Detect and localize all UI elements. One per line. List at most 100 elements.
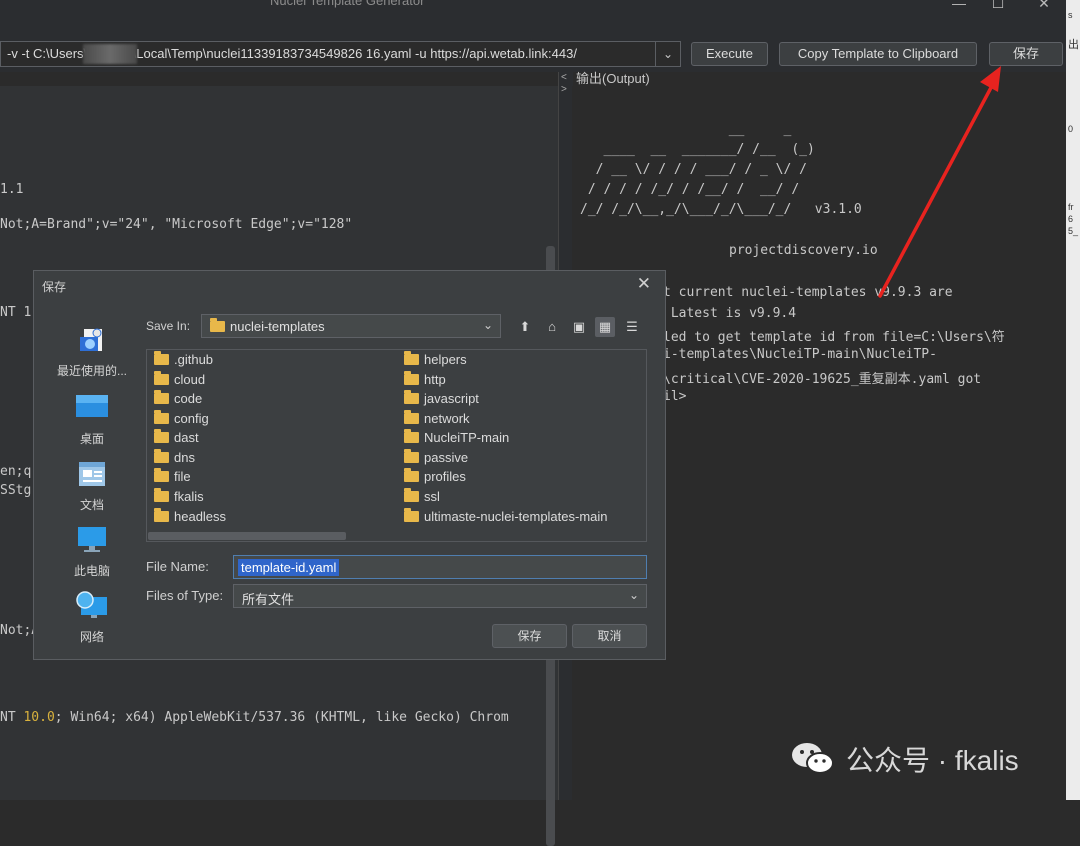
folder-name: code [174,391,203,406]
list-view-icon[interactable]: ▦ [595,317,615,337]
execute-button[interactable]: Execute [691,42,768,66]
file-list-scrollbar[interactable] [148,532,346,540]
folder-item[interactable]: file [154,467,191,486]
folder-item[interactable]: dns [154,448,195,467]
command-combobox[interactable]: -v -t C:\Users\ ppData\Local\Temp\nuclei… [0,41,681,67]
save-button[interactable]: 保存 [989,42,1063,66]
chevron-down-icon[interactable]: ⌄ [655,42,680,66]
maximize-button[interactable]: ☐ [988,0,1008,12]
folder-item[interactable]: network [404,409,470,428]
copy-template-button[interactable]: Copy Template to Clipboard [779,42,977,66]
watermark-text: 公众号 · fkalis [846,745,1019,776]
folder-icon [404,429,419,443]
chevron-right-icon[interactable]: > [561,84,567,95]
place-this-pc[interactable]: 此电脑 [52,525,132,579]
folder-name: ssl [424,489,440,504]
ascii-banner-line: / / / / /_/ / /__/ / __/ / [580,182,800,197]
chevron-down-icon[interactable]: ⌄ [629,588,639,602]
code-line: Not;A=Brand";v="24", "Microsoft Edge";v=… [0,217,353,232]
save-in-label: Save In: [146,319,191,333]
place-label: 桌面 [79,432,104,446]
computer-icon [78,527,106,552]
ascii-banner-line: ____ __ _______/ /__ (_) [580,142,815,157]
folder-name: ultimaste-nuclei-templates-main [424,509,608,524]
folder-icon [404,449,419,463]
folder-name: cloud [174,372,206,387]
folder-item[interactable]: .github [154,350,213,369]
file-list[interactable]: .github cloud code config dast dns file … [146,349,647,542]
folder-item[interactable]: code [154,389,202,408]
folder-name: dast [174,430,199,445]
folder-item[interactable]: ssl [404,487,440,506]
log-line: i-templates\NucleiTP-main\NucleiTP- [663,347,937,362]
code-line: en;q [0,464,32,479]
file-type-select[interactable]: 所有文件 ⌄ [233,584,647,608]
file-name-field[interactable]: template-id.yaml [233,555,647,579]
close-window-button[interactable]: ✕ [1034,0,1054,12]
folder-item[interactable]: passive [404,448,468,467]
file-type-value: 所有文件 [242,592,295,607]
file-type-label: Files of Type: [146,588,224,603]
dialog-cancel-button[interactable]: 取消 [572,624,647,648]
chevron-left-icon[interactable]: < [561,72,567,83]
folder-item[interactable]: http [404,370,446,389]
place-recent[interactable]: 最近使用的... [52,325,132,379]
code-text: NT [0,710,24,725]
folder-item[interactable]: NucleiTP-main [404,428,509,447]
log-line: il> [663,389,687,404]
save-in-combobox[interactable]: nuclei-templates ⌄ [201,314,501,338]
close-icon[interactable]: ✕ [637,274,651,294]
ascii-banner-line: / __ \/ / / / ___/ / _ \/ / [580,162,807,177]
background-window: s 出 0 fr 6 5_ [1066,0,1080,800]
ascii-banner-line: __ _ [580,122,792,137]
folder-name: config [174,411,209,426]
folder-icon [404,410,419,424]
file-name-value[interactable]: template-id.yaml [238,559,340,576]
place-label: 最近使用的... [56,364,127,378]
dialog-save-button[interactable]: 保存 [492,624,567,648]
up-folder-icon[interactable]: ⬆ [515,317,535,337]
folder-item[interactable]: dast [154,428,199,447]
strip-text: 出 [1068,39,1079,51]
folder-icon [404,351,419,365]
folder-item[interactable]: javascript [404,389,479,408]
network-icon [76,591,107,618]
folder-icon [154,351,169,365]
place-network[interactable]: 网络 [52,591,132,645]
folder-item[interactable]: profiles [404,467,466,486]
file-name-label: File Name: [146,559,209,574]
recent-icon [80,328,102,351]
ascii-banner-line: /_/ /_/\__,_/\___/_/\___/_/ v3.1.0 [580,202,862,217]
log-line: t current nuclei-templates v9.9.3 are [663,285,953,300]
code-line: NT 1 [0,305,32,320]
folder-item[interactable]: headless [154,507,226,526]
minimize-button[interactable]: — [949,0,969,12]
desktop-icon [76,395,108,417]
place-label: 文档 [79,498,104,512]
strip-text: 6 [1068,214,1074,224]
folder-icon [404,508,419,522]
details-view-icon[interactable]: ☰ [622,317,642,337]
log-line: Latest is v9.9.4 [663,306,797,321]
folder-item[interactable]: ultimaste-nuclei-templates-main [404,507,608,526]
folder-item[interactable]: cloud [154,370,205,389]
folder-item[interactable]: helpers [404,350,467,369]
folder-icon [154,488,169,502]
place-documents[interactable]: 文档 [52,459,132,513]
home-icon[interactable]: ⌂ [542,317,562,337]
folder-item[interactable]: config [154,409,209,428]
new-folder-icon[interactable]: ▣ [569,317,589,337]
strip-text: 0 [1068,124,1074,134]
folder-item[interactable]: fkalis [154,487,204,506]
folder-name: passive [424,450,469,465]
chevron-down-icon[interactable]: ⌄ [483,318,493,332]
folder-name: fkalis [174,489,204,504]
save-dialog: 保存 ✕ 最近使用的... 桌面 文档 此电脑 网络 Save In: nucl… [33,270,666,660]
code-line: NT 10.0; Win64; x64) AppleWebKit/537.36 … [0,710,509,725]
folder-name: .github [174,352,214,367]
place-desktop[interactable]: 桌面 [52,393,132,447]
folder-icon [154,390,169,404]
folder-icon [154,371,169,385]
folder-icon [404,371,419,385]
folder-icon [404,488,419,502]
